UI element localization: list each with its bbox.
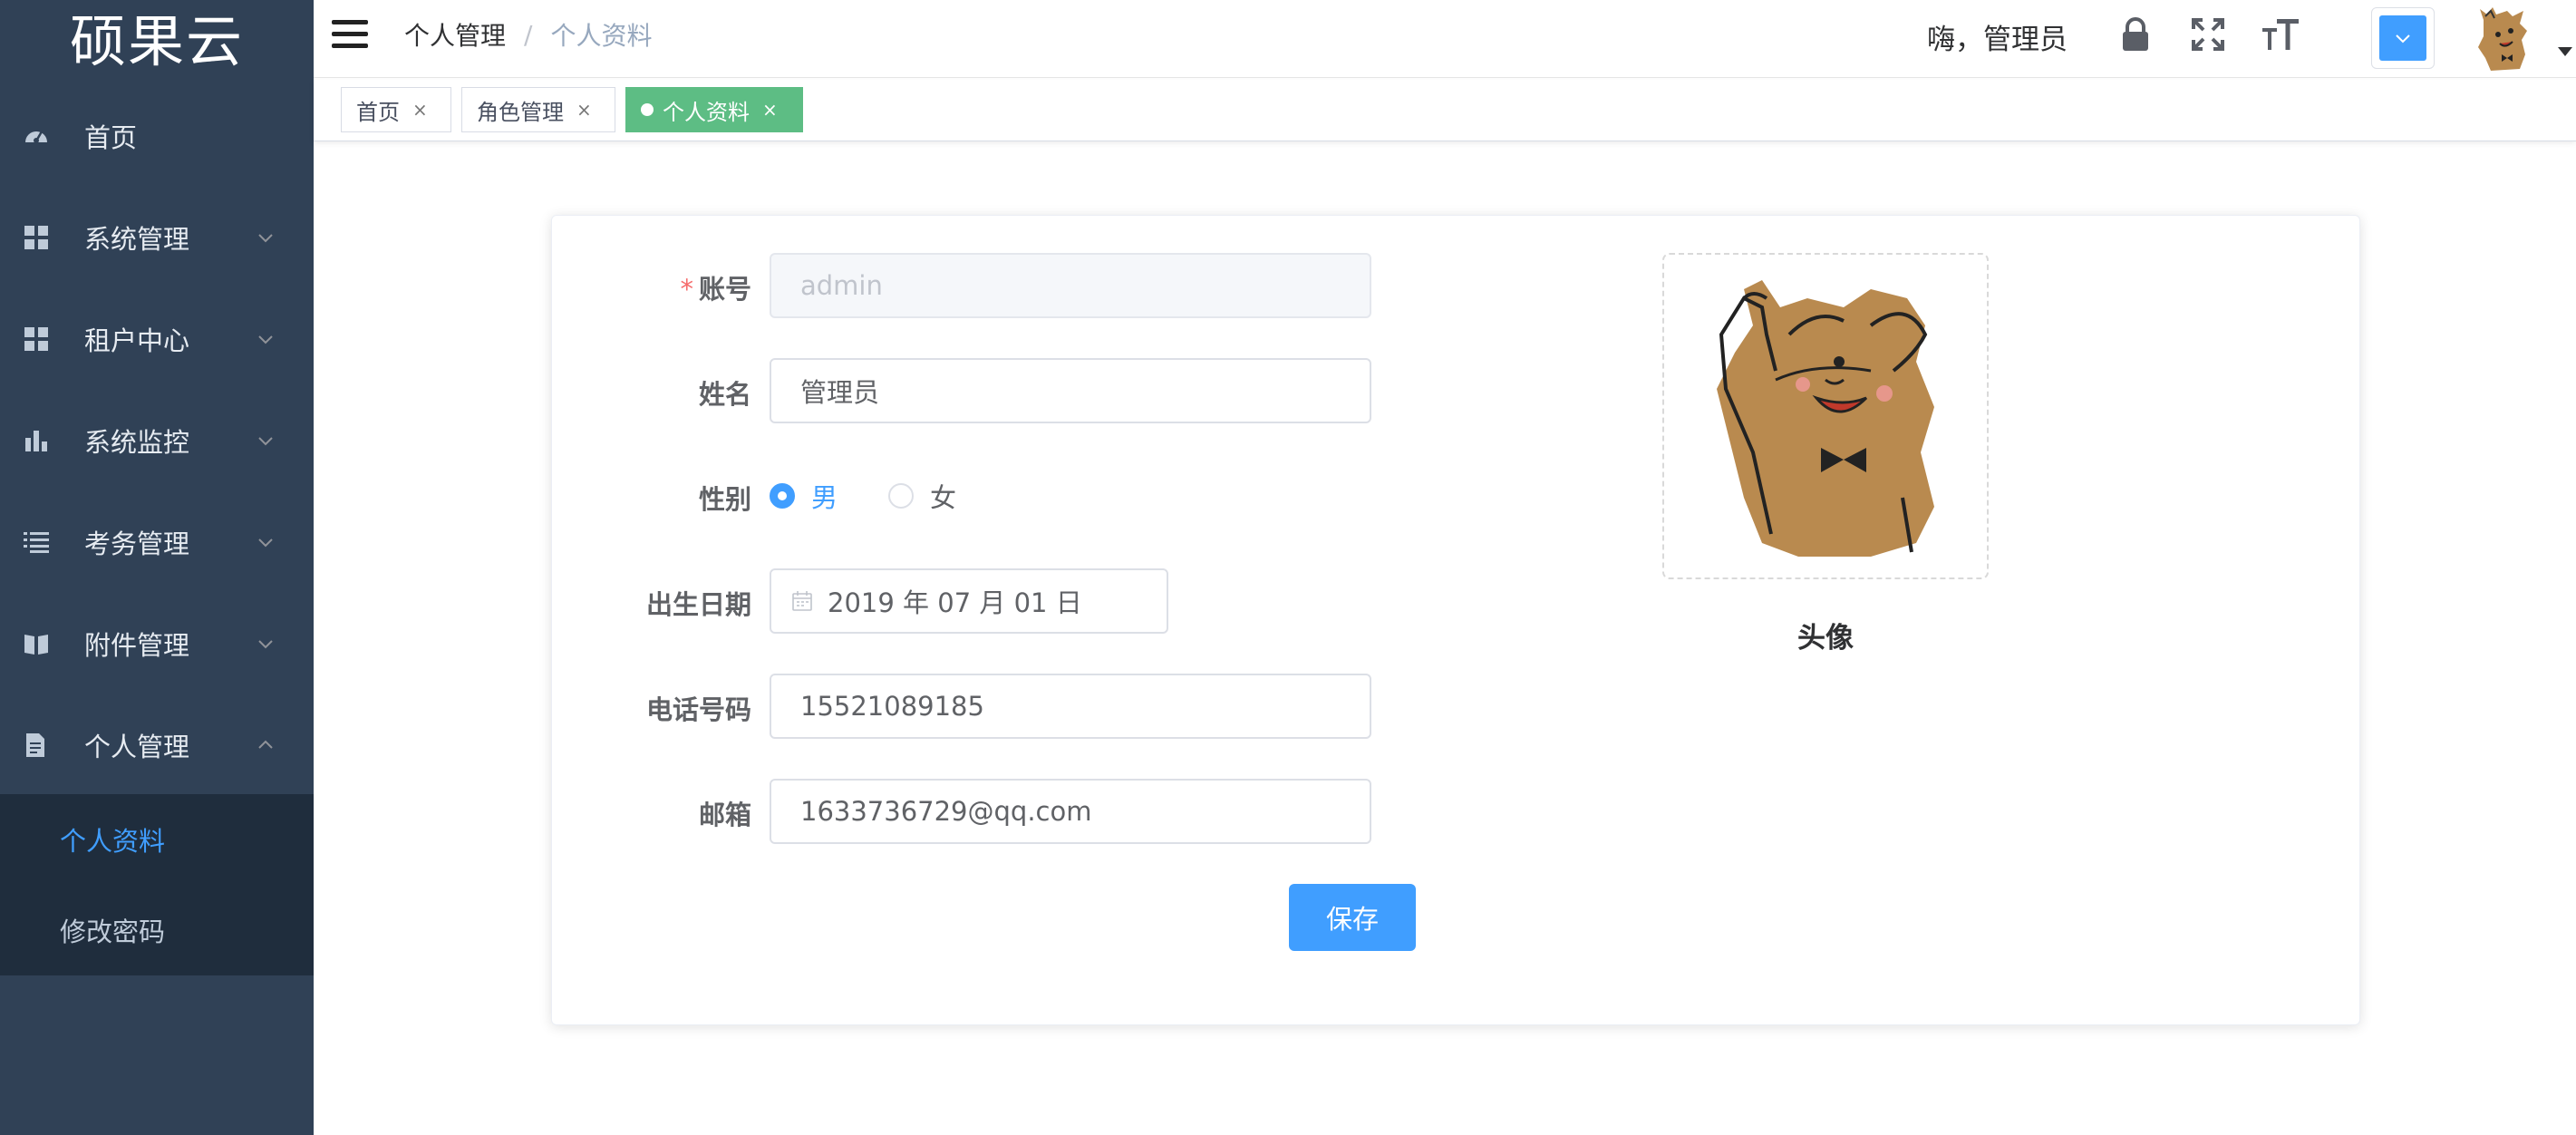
name-field[interactable]: 管理员 (770, 358, 1371, 423)
tag-label: 首页 (356, 99, 400, 125)
sidebar-item-label: 系统管理 (84, 224, 190, 255)
radio-label: 女 (930, 482, 957, 513)
gender-label: 性别 (698, 484, 751, 515)
active-dot-icon (641, 103, 654, 116)
color-swatch (2379, 15, 2426, 61)
sidebar-item-label: 考务管理 (84, 529, 190, 559)
avatar-caption: 头像 (1797, 622, 1854, 655)
personal-submenu: 个人资料 修改密码 (0, 794, 314, 975)
chevron-up-icon (258, 740, 273, 749)
lock-icon[interactable] (2116, 15, 2155, 54)
document-icon (22, 731, 51, 760)
breadcrumb-separator: / (524, 19, 533, 50)
phone-label: 电话号码 (645, 694, 751, 725)
gender-radio-female[interactable]: 女 (888, 477, 956, 515)
grid-icon (22, 325, 51, 354)
dashboard-icon (22, 121, 51, 150)
profile-card: * 账号 admin 姓名 管理员 性别 男 女 出生日期 2019 年 07 月… (551, 215, 2360, 1025)
greeting-text: 嗨，管理员 (1927, 24, 2068, 56)
radio-circle (770, 483, 795, 509)
save-button[interactable]: 保存 (1289, 884, 1416, 951)
grid-icon (22, 223, 51, 252)
chevron-down-icon (258, 234, 273, 243)
hamburger-icon[interactable] (332, 20, 368, 51)
email-field[interactable]: 1633736729@qq.com (770, 779, 1371, 844)
book-icon (22, 629, 51, 658)
close-icon[interactable]: × (762, 99, 778, 121)
chevron-down-icon (2396, 34, 2410, 44)
font-size-icon[interactable] (2261, 15, 2300, 54)
sidebar-item-home[interactable]: 首页 (0, 85, 314, 187)
avatar-image (1717, 280, 1934, 557)
sidebar-item-personal[interactable]: 个人管理 (0, 694, 314, 796)
calendar-icon (792, 591, 812, 611)
chevron-down-icon (258, 538, 273, 548)
email-value: 1633736729@qq.com (800, 796, 1092, 827)
caret-down-icon[interactable] (2558, 47, 2572, 56)
avatar[interactable] (2471, 4, 2536, 73)
bar-chart-icon (22, 426, 51, 455)
sidebar-item-label: 租户中心 (84, 325, 190, 356)
sidebar-item-system[interactable]: 系统管理 (0, 187, 314, 288)
fullscreen-icon[interactable] (2188, 15, 2228, 54)
sidebar-item-label: 个人管理 (84, 732, 190, 762)
radio-label: 男 (811, 482, 838, 513)
close-icon[interactable]: × (412, 99, 428, 121)
email-label: 邮箱 (698, 800, 751, 830)
theme-color-picker[interactable] (2371, 7, 2435, 69)
sidebar-item-label: 附件管理 (84, 630, 190, 661)
name-value: 管理员 (800, 377, 880, 408)
breadcrumb-item[interactable]: 个人管理 (404, 16, 506, 53)
tags-view: 首页 × 角色管理 × 个人资料 × (314, 80, 2576, 141)
list-icon (22, 528, 51, 557)
name-label: 姓名 (698, 379, 751, 410)
top-navbar: 个人管理 / 个人资料 嗨，管理员 (314, 0, 2576, 78)
birthday-value: 2019 年 07 月 01 日 (828, 587, 1082, 618)
tag-home[interactable]: 首页 × (341, 87, 451, 132)
app-logo: 硕果云 (69, 8, 244, 74)
sidebar-item-exam[interactable]: 考务管理 (0, 491, 314, 593)
tag-label: 个人资料 (663, 99, 750, 125)
birthday-date-picker[interactable]: 2019 年 07 月 01 日 (770, 568, 1168, 634)
sidebar-item-tenant[interactable]: 租户中心 (0, 288, 314, 390)
account-label: * 账号 (680, 274, 751, 305)
gender-radio-male[interactable]: 男 (770, 477, 838, 515)
gender-radio-group: 男 女 (770, 477, 1007, 515)
sidebar-item-label: 系统监控 (84, 427, 190, 458)
close-icon[interactable]: × (576, 99, 592, 121)
sidebar-item-attachment[interactable]: 附件管理 (0, 593, 314, 694)
chevron-down-icon (258, 640, 273, 649)
phone-field[interactable]: 15521089185 (770, 674, 1371, 739)
avatar-uploader[interactable] (1662, 253, 1989, 579)
sidebar: 硕果云 首页 系统管理 租户中心 系统监控 考务管理 附件管理 个人管理 个人资… (0, 0, 314, 1135)
tag-label: 角色管理 (477, 99, 564, 125)
submenu-item-change-password[interactable]: 修改密码 (0, 885, 314, 975)
sidebar-item-monitor[interactable]: 系统监控 (0, 390, 314, 491)
tag-role-management[interactable]: 角色管理 × (461, 87, 615, 132)
account-placeholder: admin (800, 270, 883, 301)
breadcrumb-current: 个人资料 (550, 21, 653, 51)
sidebar-item-label: 首页 (84, 122, 138, 153)
account-field[interactable]: admin (770, 253, 1371, 318)
chevron-down-icon (258, 437, 273, 446)
breadcrumb: 个人管理 / 个人资料 (404, 16, 652, 53)
radio-circle (888, 483, 915, 509)
tag-profile[interactable]: 个人资料 × (625, 87, 803, 132)
birthday-label: 出生日期 (645, 589, 751, 620)
phone-value: 15521089185 (800, 691, 984, 722)
required-mark: * (680, 274, 693, 305)
chevron-down-icon (258, 335, 273, 344)
submenu-item-profile[interactable]: 个人资料 (0, 794, 314, 885)
